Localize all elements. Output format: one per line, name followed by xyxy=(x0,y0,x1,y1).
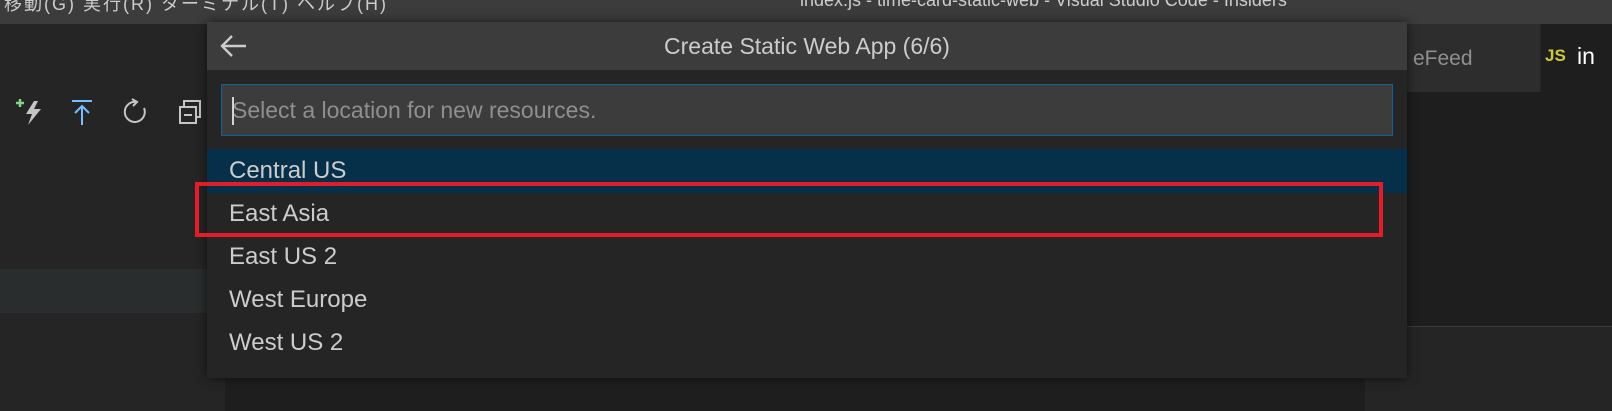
quick-pick-header: Create Static Web App (6/6) xyxy=(207,22,1407,70)
list-item-label: West US 2 xyxy=(229,329,344,356)
title-bar: 移動(G) 実行(R) ターミナル(T) ヘルプ(H) index.js - t… xyxy=(0,0,1612,24)
list-item[interactable]: West US 2 xyxy=(207,321,1407,365)
deploy-arrow-up-icon[interactable] xyxy=(67,97,97,127)
tab-index-js[interactable]: JS in xyxy=(1541,24,1612,92)
list-item-label: Central US xyxy=(229,157,347,184)
sidebar-selected-row[interactable] xyxy=(0,269,225,313)
refresh-icon[interactable] xyxy=(121,97,151,127)
tab-label: in xyxy=(1577,43,1595,69)
text-caret xyxy=(232,97,234,125)
collapse-all-icon[interactable] xyxy=(176,97,206,127)
list-item[interactable]: East US 2 xyxy=(207,235,1407,279)
js-file-icon: JS xyxy=(1545,46,1566,65)
window-title: index.js - time-card-static-web - Visual… xyxy=(800,0,1287,10)
location-search-input[interactable]: Select a location for new resources. xyxy=(221,84,1393,136)
list-item-label: East US 2 xyxy=(229,243,338,270)
tab-label: eFeed xyxy=(1413,47,1473,70)
menu-bar[interactable]: 移動(G) 実行(R) ターミナル(T) ヘルプ(H) xyxy=(4,0,388,16)
back-arrow-icon[interactable] xyxy=(219,32,249,60)
lightning-plus-icon[interactable] xyxy=(14,97,44,127)
list-item[interactable]: West Europe xyxy=(207,278,1407,322)
annotation-highlight-box xyxy=(195,182,1383,237)
list-item-label: West Europe xyxy=(229,286,368,313)
sidebar xyxy=(0,24,225,411)
quick-pick-title: Create Static Web App (6/6) xyxy=(664,33,950,59)
input-placeholder: Select a location for new resources. xyxy=(232,97,597,123)
